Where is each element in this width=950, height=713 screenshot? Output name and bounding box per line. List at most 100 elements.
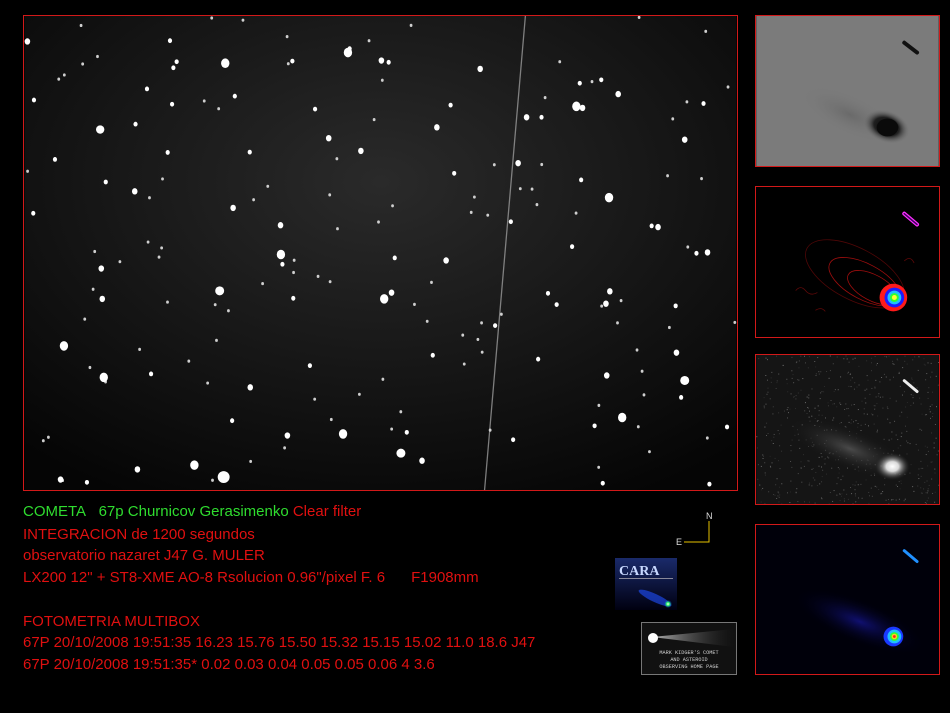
star [434,124,440,131]
star [648,450,651,454]
star [98,265,105,272]
star [88,365,92,370]
star [545,290,551,296]
star [91,287,95,291]
star [227,309,230,313]
star [206,381,210,385]
comet-name: 67p Churnicov Gerasimenko [98,503,289,520]
star [292,258,296,262]
star [616,321,619,325]
compass-indicator: N E [672,509,720,549]
star [636,425,640,429]
star [24,38,31,45]
star [372,117,376,122]
starfield-svg [24,16,737,490]
filter-label: Clear filter [292,503,362,520]
star [726,85,730,89]
star [93,249,97,254]
caption-line-photometry-title: FOTOMETRIA MULTIBOX [23,613,200,630]
star [679,395,684,400]
star [187,359,191,363]
star [386,59,391,65]
star [599,77,604,83]
caption-line-observatory: observatorio nazaret J47 G. MULER [23,547,265,564]
star [169,101,175,107]
star [404,429,409,435]
star [540,162,544,167]
star [492,163,496,167]
star [518,187,522,191]
star [615,90,621,98]
star [59,341,69,351]
star [388,289,395,296]
star [380,78,384,82]
star [160,246,164,250]
equipment-setup: LX200 12" + ST8-XME AO-8 Rsolucion 0.96"… [23,569,386,586]
star [511,437,516,443]
star [700,177,703,181]
star [277,222,284,229]
star [99,372,108,383]
star [558,60,562,64]
star [84,479,90,485]
star [619,299,623,303]
star [452,170,457,176]
star [249,459,253,464]
star [724,424,730,430]
star [443,257,449,264]
star [590,80,594,84]
star [642,393,646,397]
bright-star [215,286,225,296]
star [247,149,252,155]
star [328,193,332,197]
star [285,35,289,39]
star [480,350,484,354]
star [535,203,539,207]
star [499,312,503,316]
star [357,392,361,396]
star [261,281,264,286]
star [325,134,332,142]
star [144,86,150,92]
star [171,65,176,71]
star [247,384,254,391]
star [600,480,605,486]
star [592,423,597,429]
star [266,184,270,188]
comet-panel-gray [755,15,940,167]
star [448,102,453,108]
star [211,478,214,482]
star [704,29,708,33]
cara-logo-text: CARA [619,564,660,579]
star [640,369,644,373]
star [413,302,416,306]
star [312,106,318,112]
star [597,403,601,407]
star [328,280,332,284]
star [704,249,711,256]
star [118,260,122,264]
star [165,150,170,155]
star [543,96,547,100]
star [57,476,64,483]
star [430,280,433,284]
star [707,481,712,487]
star [649,223,654,229]
star [336,227,339,231]
comet-panel-false-color [755,524,940,675]
compass-north: N [706,511,713,521]
star [290,58,295,64]
star [473,195,476,199]
star [539,114,544,120]
star [577,80,582,86]
star [381,377,385,381]
star [134,466,141,473]
star [210,16,214,20]
star [221,58,230,68]
kidger-comet-page-logo: MARK KIDGER'S COMET AND ASTEROID OBSERVI… [641,622,737,675]
star [83,317,87,321]
star [307,363,312,369]
star [390,427,394,431]
star [286,62,290,66]
star [378,57,385,64]
